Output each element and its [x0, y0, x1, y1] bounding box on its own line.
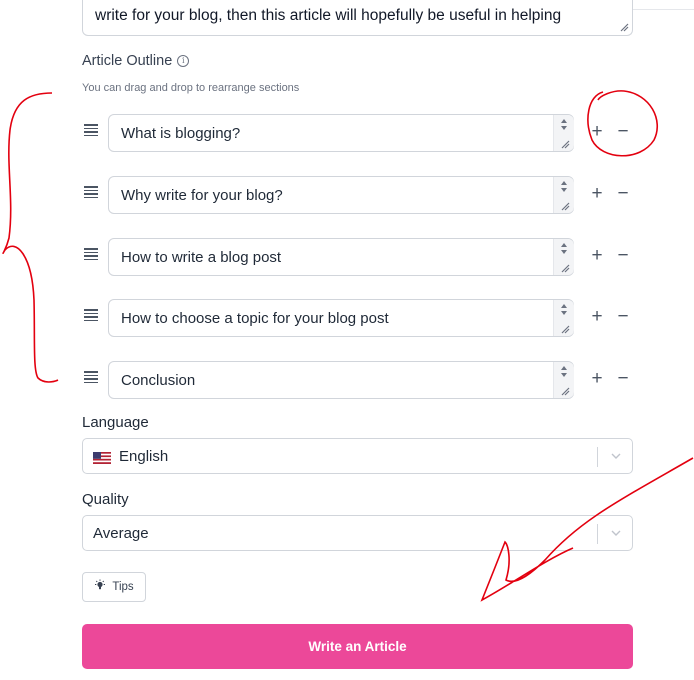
intro-text: write for your blog, then this article w… — [95, 7, 562, 24]
reorder-spinner[interactable] — [553, 115, 574, 151]
outline-hint: You can drag and drop to rearrange secti… — [82, 82, 300, 94]
outline-text: Why write for your blog? — [121, 187, 283, 204]
add-section-button[interactable]: + — [587, 244, 607, 268]
intro-textarea[interactable]: write for your blog, then this article w… — [82, 0, 633, 36]
outline-row: What is blogging? + − — [82, 114, 642, 152]
outline-title-text: Article Outline — [82, 53, 173, 69]
chevron-down-icon[interactable] — [609, 526, 623, 540]
write-article-button[interactable]: Write an Article — [82, 624, 633, 669]
drag-handle-icon[interactable] — [84, 248, 98, 260]
reorder-spinner[interactable] — [553, 300, 574, 336]
drag-handle-icon[interactable] — [84, 186, 98, 198]
outline-input[interactable]: Conclusion — [108, 361, 574, 399]
resize-grip-icon[interactable] — [560, 386, 570, 396]
spin-up-icon[interactable] — [561, 119, 567, 123]
outline-text: Conclusion — [121, 372, 196, 389]
drag-handle-icon[interactable] — [84, 309, 98, 321]
chevron-down-icon[interactable] — [609, 449, 623, 463]
spin-up-icon[interactable] — [561, 366, 567, 370]
remove-section-button[interactable]: − — [613, 244, 633, 268]
write-article-label: Write an Article — [308, 639, 407, 654]
select-separator — [597, 524, 598, 544]
outline-text: How to write a blog post — [121, 249, 282, 266]
resize-grip-icon[interactable] — [560, 201, 570, 211]
us-flag-icon — [93, 451, 111, 464]
remove-section-button[interactable]: − — [613, 182, 633, 206]
outline-row: Why write for your blog? + − — [82, 176, 642, 214]
remove-section-button[interactable]: − — [613, 120, 633, 144]
spin-down-icon[interactable] — [561, 250, 567, 254]
language-label: Language — [82, 414, 149, 431]
resize-grip-icon[interactable] — [560, 324, 570, 334]
outline-row: Conclusion + − — [82, 361, 642, 399]
resize-grip-icon[interactable] — [619, 22, 629, 32]
outline-row: How to write a blog post + − — [82, 238, 642, 276]
spin-up-icon[interactable] — [561, 304, 567, 308]
outline-title: Article Outline i — [82, 53, 190, 69]
spin-up-icon[interactable] — [561, 243, 567, 247]
tips-label: Tips — [112, 581, 134, 593]
remove-section-button[interactable]: − — [613, 305, 633, 329]
spin-down-icon[interactable] — [561, 373, 567, 377]
spin-down-icon[interactable] — [561, 126, 567, 130]
drag-handle-icon[interactable] — [84, 124, 98, 136]
spin-down-icon[interactable] — [561, 188, 567, 192]
spin-down-icon[interactable] — [561, 311, 567, 315]
reorder-spinner[interactable] — [553, 239, 574, 275]
outline-input[interactable]: How to choose a topic for your blog post — [108, 299, 574, 337]
quality-label: Quality — [82, 491, 129, 508]
lightbulb-icon — [94, 578, 106, 596]
quality-value: Average — [93, 525, 149, 542]
quality-value-text: Average — [93, 525, 149, 542]
top-divider — [632, 9, 694, 10]
resize-grip-icon[interactable] — [560, 139, 570, 149]
outline-text: How to choose a topic for your blog post — [121, 310, 389, 327]
outline-text: What is blogging? — [121, 125, 241, 142]
add-section-button[interactable]: + — [587, 305, 607, 329]
reorder-spinner[interactable] — [553, 177, 574, 213]
language-value-text: English — [119, 448, 169, 465]
outline-input[interactable]: How to write a blog post — [108, 238, 574, 276]
language-value: English — [93, 448, 168, 465]
annotation-bracket — [2, 92, 59, 383]
tips-button[interactable]: Tips — [82, 572, 146, 602]
reorder-spinner[interactable] — [553, 362, 574, 398]
remove-section-button[interactable]: − — [613, 367, 633, 391]
outline-row: How to choose a topic for your blog post… — [82, 299, 642, 337]
add-section-button[interactable]: + — [587, 367, 607, 391]
spin-up-icon[interactable] — [561, 181, 567, 185]
select-separator — [597, 447, 598, 467]
quality-select[interactable]: Average — [82, 515, 633, 551]
drag-handle-icon[interactable] — [84, 371, 98, 383]
language-select[interactable]: English — [82, 438, 633, 474]
add-section-button[interactable]: + — [587, 182, 607, 206]
resize-grip-icon[interactable] — [560, 263, 570, 273]
info-icon[interactable]: i — [177, 55, 190, 67]
outline-input[interactable]: What is blogging? — [108, 114, 574, 152]
outline-input[interactable]: Why write for your blog? — [108, 176, 574, 214]
add-section-button[interactable]: + — [587, 120, 607, 144]
